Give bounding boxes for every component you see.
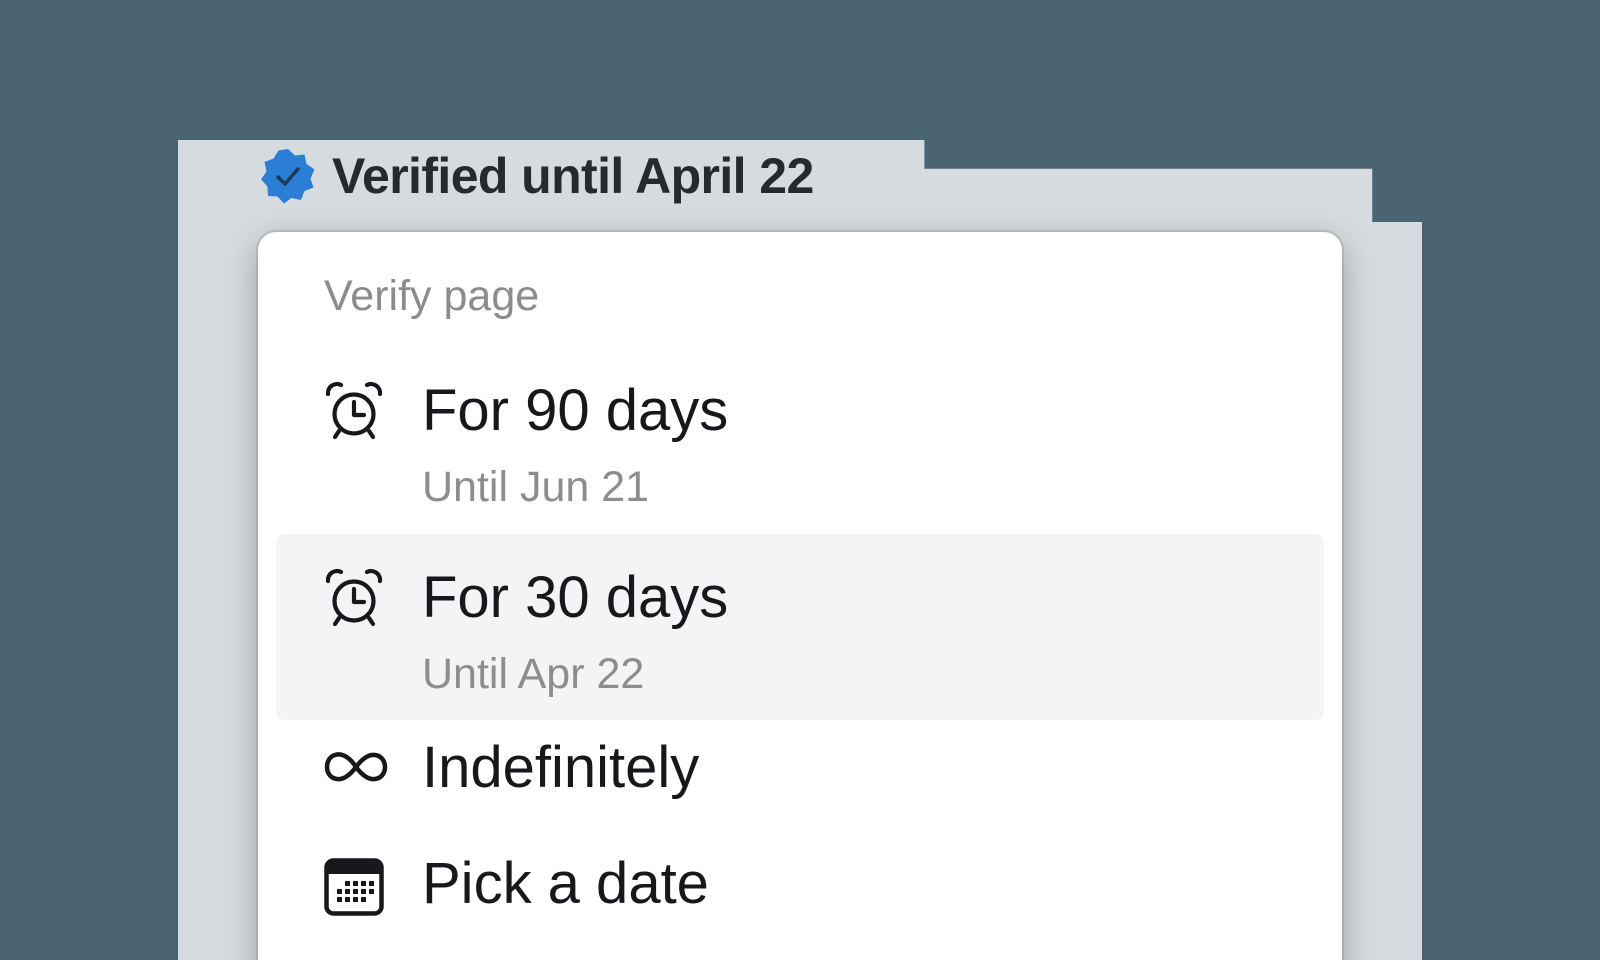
menu-item-label: Pick a date	[422, 851, 709, 916]
verified-check-icon	[261, 149, 315, 204]
menu-item-pick-date[interactable]: Pick a date	[276, 836, 1324, 956]
alarm-clock-icon	[325, 381, 383, 440]
menu-item-label: Indefinitely	[422, 735, 700, 800]
alarm-clock-icon	[325, 568, 383, 627]
screen: Verified until April 22 Verify page For …	[0, 0, 1600, 960]
menu-item-label: For 90 days	[422, 378, 729, 443]
menu-item-label: For 30 days	[422, 565, 729, 630]
menu-item-90-days[interactable]: For 90 days Until Jun 21	[276, 347, 1324, 533]
menu-item-sublabel: Until Apr 22	[422, 650, 645, 698]
verify-menu: Verify page For 90 days Until Jun 21 For…	[258, 232, 1342, 960]
menu-item-indefinitely[interactable]: Indefinitely	[276, 720, 1324, 836]
calendar-icon	[324, 858, 384, 916]
badge-label: Verified until April 22	[332, 148, 814, 204]
menu-heading: Verify page	[324, 272, 540, 320]
menu-item-30-days[interactable]: For 30 days Until Apr 22	[276, 534, 1324, 720]
verification-badge[interactable]: Verified until April 22	[258, 146, 814, 206]
menu-item-sublabel: Until Jun 21	[422, 463, 650, 511]
infinity-icon	[324, 752, 388, 782]
